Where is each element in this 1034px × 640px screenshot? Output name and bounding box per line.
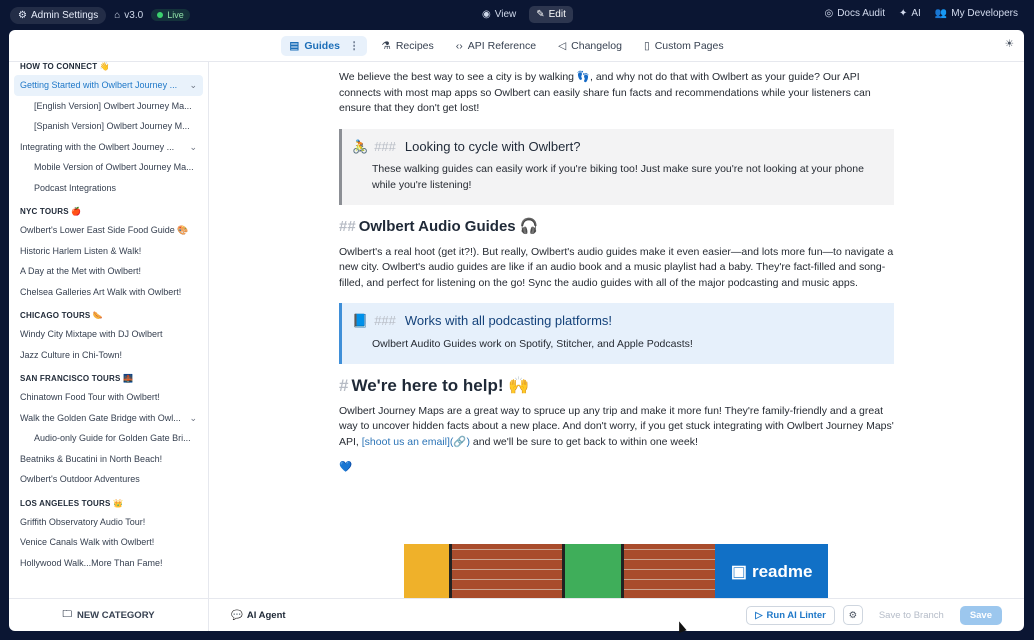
users-icon: 👥 xyxy=(934,8,948,19)
help-paragraph[interactable]: Owlbert Journey Maps are a great way to … xyxy=(339,404,894,451)
eye-icon: ◉ xyxy=(482,9,491,20)
tag-icon: ⌂ xyxy=(114,9,121,21)
sidebar-item[interactable]: Podcast Integrations xyxy=(14,178,203,199)
tab-custom-pages[interactable]: ▯ Custom Pages xyxy=(636,36,732,56)
sidebar-item[interactable]: Getting Started with Owlbert Journey ...… xyxy=(14,75,203,96)
banner-image[interactable]: ▣ readme xyxy=(404,544,828,598)
tab-guides[interactable]: ▤ Guides ⋮ xyxy=(281,35,368,56)
bike-icon: 🚴 xyxy=(352,138,369,154)
category-header: LOS ANGELES TOURS 👑 xyxy=(20,498,124,508)
play-icon: ▷ xyxy=(755,609,763,621)
heading-help[interactable]: # We're here to help! 🙌 xyxy=(339,377,894,394)
megaphone-icon: ◁ xyxy=(558,39,567,52)
run-ai-linter-button[interactable]: ▷ Run AI Linter xyxy=(746,605,835,625)
chevron-down-icon[interactable]: ⌄ xyxy=(189,408,197,429)
sidebar-item[interactable]: Jazz Culture in Chi-Town! xyxy=(14,345,203,366)
sidebar-item[interactable]: Griffith Observatory Audio Tour! xyxy=(14,512,203,533)
readme-logo: ▣ readme xyxy=(715,544,828,598)
admin-settings-button[interactable]: ⚙ Admin Settings xyxy=(10,6,107,24)
heart-icon: 💙 xyxy=(339,461,353,473)
sidebar-item[interactable]: [English Version] Owlbert Journey Ma... xyxy=(14,96,203,117)
banner-panel xyxy=(564,544,622,598)
save-to-branch-button[interactable]: Save to Branch xyxy=(871,607,952,624)
sidebar-item[interactable]: Owlbert's Outdoor Adventures xyxy=(14,469,203,490)
sun-icon[interactable]: ☀ xyxy=(1005,38,1014,50)
banner-panel xyxy=(404,544,450,598)
sidebar-item[interactable]: [Spanish Version] Owlbert Journey M... xyxy=(14,116,203,137)
live-badge: Live xyxy=(151,9,190,21)
sidebar-item[interactable]: Owlbert's Lower East Side Food Guide 🎨 xyxy=(14,220,203,241)
my-developers-button[interactable]: 👥 My Developers xyxy=(935,8,1018,19)
intro-paragraph[interactable]: We believe the best way to see a city is… xyxy=(339,70,894,117)
bottom-bar: 🗀 NEW CATEGORY 💬 AI Agent ▷ Run AI Linte… xyxy=(9,598,1024,631)
new-category-button[interactable]: 🗀 NEW CATEGORY xyxy=(9,599,209,631)
ai-agent-button[interactable]: 💬 AI Agent xyxy=(231,610,286,621)
editor-window: ▤ Guides ⋮ ⚗ Recipes ‹› API Reference ◁ … xyxy=(9,30,1024,631)
sidebar-item[interactable]: A Day at the Met with Owlbert! xyxy=(14,261,203,282)
edit-button[interactable]: ✎ Edit xyxy=(529,6,573,23)
code-icon: ‹› xyxy=(455,39,463,52)
gear-icon: ⚙ xyxy=(18,9,27,21)
category-header: NYC TOURS 🍎 xyxy=(20,207,82,216)
category-header: CHICAGO TOURS 🌭 xyxy=(20,311,104,320)
view-button[interactable]: ◉ View xyxy=(475,6,523,23)
chat-icon: 💬 xyxy=(231,609,243,621)
editor-content[interactable]: We believe the best way to see a city is… xyxy=(209,62,1024,598)
top-bar: ⚙ Admin Settings ⌂ v3.0 Live ◉ View ✎ Ed… xyxy=(0,0,1034,30)
sidebar-item[interactable]: Chelsea Galleries Art Walk with Owlbert! xyxy=(14,282,203,303)
page-icon: ▯ xyxy=(643,39,650,52)
readme-book-icon: ▣ xyxy=(730,561,747,581)
gear-icon: ⚙ xyxy=(848,609,858,621)
category-header: HOW TO CONNECT 👋 xyxy=(20,62,110,71)
audit-icon: ◎ xyxy=(824,8,834,19)
tab-recipes[interactable]: ⚗ Recipes xyxy=(373,36,441,56)
sidebar-item[interactable]: Hollywood Walk...More Than Fame! xyxy=(14,553,203,574)
version-tag[interactable]: ⌂ v3.0 xyxy=(114,10,143,21)
tab-api-reference[interactable]: ‹› API Reference xyxy=(448,36,544,56)
docs-audit-button[interactable]: ◎ Docs Audit xyxy=(824,8,885,19)
sidebar-item[interactable]: Walk the Golden Gate Bridge with Owl... ⌄ xyxy=(14,408,203,429)
sparkle-icon: ✦ xyxy=(899,8,908,19)
category-header: SAN FRANCISCO TOURS 🌉 xyxy=(20,374,134,383)
sidebar-item[interactable]: Historic Harlem Listen & Walk! xyxy=(14,241,203,262)
live-dot-icon xyxy=(157,12,164,18)
sidebar-item[interactable]: Chinatown Food Tour with Owlbert! xyxy=(14,387,203,408)
chevron-down-icon[interactable]: ⌄ xyxy=(189,137,197,158)
ai-button[interactable]: ✦ AI xyxy=(899,8,921,19)
heading-audio-guides[interactable]: ## Owlbert Audio Guides 🎧 xyxy=(339,219,894,235)
sidebar-item[interactable]: Beatniks & Bucatini in North Beach! xyxy=(14,449,203,470)
book-icon: 📘 xyxy=(352,313,369,328)
more-options-icon[interactable]: ⋮ xyxy=(349,40,360,52)
folder-plus-icon: 🗀 xyxy=(62,609,72,620)
sidebar-item[interactable]: Windy City Mixtape with DJ Owlbert xyxy=(14,324,203,345)
sidebar-item[interactable]: Integrating with the Owlbert Journey ...… xyxy=(14,137,203,158)
banner-panel xyxy=(624,544,716,598)
sidebar: HOW TO CONNECT 👋 Getting Started with Ow… xyxy=(9,62,209,598)
tab-changelog[interactable]: ◁ Changelog xyxy=(550,36,630,56)
section-nav: ▤ Guides ⋮ ⚗ Recipes ‹› API Reference ◁ … xyxy=(9,30,1024,62)
linter-settings-button[interactable]: ⚙ xyxy=(842,605,863,625)
sidebar-item[interactable]: Mobile Version of Owlbert Journey Ma... xyxy=(14,157,203,178)
flask-icon: ⚗ xyxy=(381,39,391,52)
audio-guides-paragraph[interactable]: Owlbert's a real hoot (get it?!). But re… xyxy=(339,245,894,292)
save-button[interactable]: Save xyxy=(959,605,1002,625)
callout-podcasting[interactable]: 📘 ### Works with all podcasting platforms!… xyxy=(339,303,894,364)
sidebar-item[interactable]: Venice Canals Walk with Owlbert! xyxy=(14,532,203,553)
book-icon: ▤ xyxy=(289,39,300,52)
sidebar-item[interactable]: Audio-only Guide for Golden Gate Bri... xyxy=(14,428,203,449)
email-link[interactable]: [shoot us an email](🔗) xyxy=(362,436,470,448)
chevron-down-icon[interactable]: ⌄ xyxy=(189,75,197,96)
banner-panel xyxy=(451,544,562,598)
callout-cycle[interactable]: 🚴 ### Looking to cycle with Owlbert? These… xyxy=(339,128,894,205)
pencil-icon: ✎ xyxy=(536,9,545,20)
